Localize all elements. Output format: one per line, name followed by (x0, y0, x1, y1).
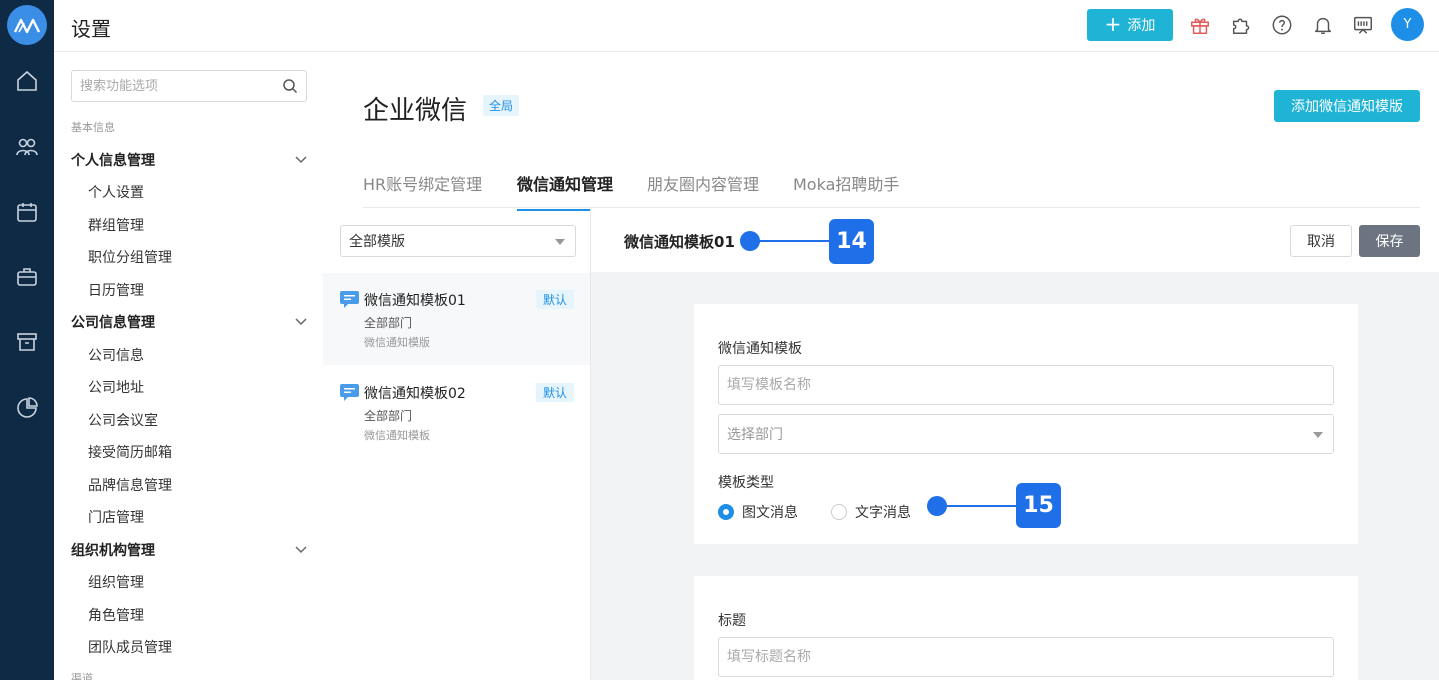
caret-down-icon (1313, 432, 1323, 438)
radio-label: 图文消息 (742, 505, 798, 521)
gift-icon[interactable] (1188, 13, 1212, 37)
sidebar-item-org-management[interactable]: 组织管理 (88, 572, 144, 592)
search-icon[interactable] (282, 78, 298, 94)
sidebar-item-brand-info[interactable]: 品牌信息管理 (88, 475, 172, 495)
template-label: 微信通知模板 (718, 341, 802, 357)
sidebar-item-resume-email[interactable]: 接受简历邮箱 (88, 442, 172, 462)
top-header: 设置 + 添加 Y (54, 0, 1439, 52)
tab-wechat-notify[interactable]: 微信通知管理 (517, 171, 614, 211)
template-editor: 微信通知模板01 取消 保存 微信通知模板 选择部门 模板类型 图文消息 文字消… (591, 209, 1439, 680)
sidebar-item-team-members[interactable]: 团队成员管理 (88, 637, 172, 657)
sidebar-group-company[interactable]: 公司信息管理 (71, 312, 307, 332)
sidebar-item-personal-settings[interactable]: 个人设置 (88, 182, 144, 202)
settings-sidebar: 基本信息 个人信息管理 个人设置 群组管理 职位分组管理 日历管理 公司信息管理… (54, 53, 323, 680)
template-name-input[interactable] (718, 365, 1334, 405)
add-template-button[interactable]: 添加微信通知模版 (1274, 90, 1420, 122)
page-title: 企业微信 (363, 96, 468, 126)
sidebar-group-label: 公司信息管理 (71, 315, 155, 331)
default-badge: 默认 (536, 383, 575, 402)
search-input[interactable] (71, 70, 307, 102)
message-icon (340, 384, 359, 401)
sidebar-group-label: 个人信息管理 (71, 153, 155, 169)
sidebar-item-company-address[interactable]: 公司地址 (88, 377, 144, 397)
sidebar-group-personal[interactable]: 个人信息管理 (71, 150, 307, 170)
message-icon (340, 291, 359, 308)
help-icon[interactable] (1270, 13, 1294, 37)
list-item[interactable]: 微信通知模板02 全部部门 微信通知模板 默认 (323, 366, 590, 458)
logo-mark-icon (13, 18, 41, 34)
home-icon[interactable] (13, 67, 41, 95)
sidebar-item-position-groups[interactable]: 职位分组管理 (88, 247, 172, 267)
annotation-dot (740, 231, 760, 251)
section-label-channels: 渠道 (71, 672, 93, 680)
type-label: 模板类型 (718, 475, 774, 491)
sidebar-group-label: 组织机构管理 (71, 543, 155, 559)
app-title: 设置 (71, 17, 111, 41)
chevron-down-icon (295, 156, 307, 164)
sidebar-item-groups[interactable]: 群组管理 (88, 215, 144, 235)
app-rail (0, 0, 54, 680)
annotation-line (937, 505, 1017, 507)
radio-text-message[interactable]: 文字消息 (831, 502, 911, 522)
department-placeholder: 选择部门 (727, 427, 783, 443)
briefcase-icon[interactable] (13, 263, 41, 291)
save-button[interactable]: 保存 (1359, 225, 1420, 257)
annotation-dot (927, 496, 947, 516)
tab-moka-assistant[interactable]: Moka招聘助手 (793, 171, 899, 209)
template-type: 微信通知模板 (364, 429, 430, 442)
editor-header: 微信通知模板01 取消 保存 (591, 209, 1439, 272)
sidebar-item-calendar[interactable]: 日历管理 (88, 280, 144, 300)
moka-logo[interactable] (7, 5, 47, 45)
radio-unchecked-icon (831, 504, 847, 520)
radio-label: 文字消息 (855, 505, 911, 521)
calendar-icon[interactable] (13, 198, 41, 226)
default-badge: 默认 (536, 290, 575, 309)
caret-down-icon (555, 239, 565, 245)
tab-hr-account[interactable]: HR账号绑定管理 (363, 171, 482, 209)
radio-checked-icon (718, 504, 734, 520)
template-filter-select[interactable]: 全部模版 (340, 225, 576, 257)
template-list: 全部模版 微信通知模板01 全部部门 微信通知模版 默认 微信通知模板02 全部… (323, 209, 591, 680)
template-dept: 全部部门 (364, 409, 413, 423)
feedback-icon[interactable] (1351, 13, 1375, 37)
main-content: 企业微信 全局 添加微信通知模版 HR账号绑定管理 微信通知管理 朋友圈内容管理… (323, 53, 1439, 680)
annotation-line (750, 240, 830, 242)
people-icon[interactable] (13, 133, 41, 161)
tab-moments[interactable]: 朋友圈内容管理 (647, 171, 759, 209)
editor-title: 微信通知模板01 (624, 233, 735, 251)
title-card: 标题 (694, 576, 1358, 680)
annotation-badge: 14 (829, 219, 874, 264)
template-filter-value: 全部模版 (349, 234, 405, 250)
template-dept: 全部部门 (364, 316, 413, 330)
template-name: 微信通知模板01 (364, 293, 466, 309)
sidebar-item-stores[interactable]: 门店管理 (88, 507, 144, 527)
chevron-down-icon (295, 546, 307, 554)
department-select[interactable]: 选择部门 (718, 414, 1334, 454)
section-label-basic: 基本信息 (71, 121, 115, 134)
tab-bar: HR账号绑定管理 微信通知管理 朋友圈内容管理 Moka招聘助手 (363, 161, 1420, 211)
puzzle-icon[interactable] (1229, 13, 1253, 37)
scope-badge: 全局 (483, 95, 520, 116)
cancel-button[interactable]: 取消 (1290, 225, 1352, 257)
title-input[interactable] (718, 637, 1334, 677)
archive-icon[interactable] (13, 328, 41, 356)
list-item[interactable]: 微信通知模板01 全部部门 微信通知模版 默认 (323, 273, 590, 365)
title-label: 标题 (718, 613, 746, 629)
sidebar-group-org[interactable]: 组织机构管理 (71, 540, 307, 560)
add-button[interactable]: + 添加 (1087, 9, 1173, 41)
avatar[interactable]: Y (1391, 8, 1424, 41)
add-button-label: 添加 (1127, 18, 1156, 34)
template-type: 微信通知模版 (364, 336, 430, 349)
bell-icon[interactable] (1311, 13, 1335, 37)
annotation-badge: 15 (1016, 483, 1061, 528)
sidebar-item-company-info[interactable]: 公司信息 (88, 345, 144, 365)
plus-icon: + (1104, 12, 1122, 36)
pie-chart-icon[interactable] (13, 394, 41, 422)
chevron-down-icon (295, 318, 307, 326)
radio-rich-message[interactable]: 图文消息 (718, 502, 798, 522)
sidebar-item-roles[interactable]: 角色管理 (88, 605, 144, 625)
template-name: 微信通知模板02 (364, 386, 466, 402)
sidebar-item-meeting-rooms[interactable]: 公司会议室 (88, 410, 158, 430)
